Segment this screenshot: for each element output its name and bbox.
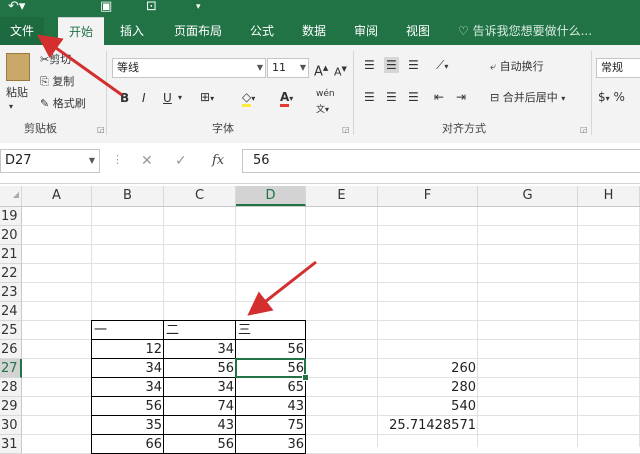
annotation-overlay xyxy=(37,34,317,316)
annotation-arrow-column-d xyxy=(247,260,317,316)
annotation-arrow-file-tab xyxy=(37,34,123,97)
